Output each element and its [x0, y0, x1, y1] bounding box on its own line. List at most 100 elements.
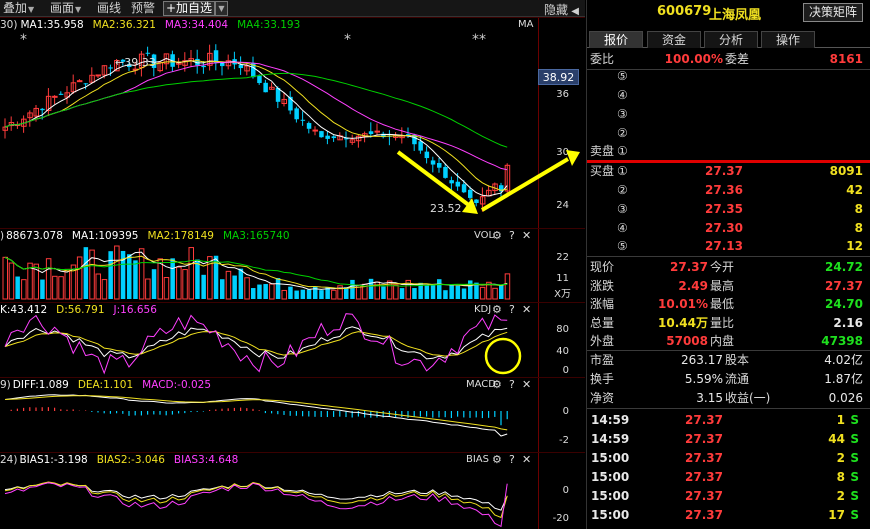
stat-label: 收益(一): [725, 391, 771, 405]
tick-row[interactable]: 15:00 27.37 2 S: [587, 449, 870, 468]
stat-row: 现价 27.37 今开 24.72: [587, 258, 870, 277]
buy-level-1: 买盘 ① 27.37 8091: [587, 162, 870, 181]
candle: [437, 163, 442, 168]
tab-operation[interactable]: 操作: [761, 31, 815, 48]
bias-panel[interactable]: 24) BIAS1:-3.198 BIAS2:-3.046 BIAS3:4.648 B…: [0, 452, 585, 529]
add-watchlist-button[interactable]: +加自选: [163, 1, 215, 16]
candle: [418, 141, 423, 151]
tab-funds[interactable]: 资金: [647, 31, 701, 48]
stat-label: 涨幅: [590, 297, 615, 311]
buy-volume: 42: [846, 183, 863, 197]
tick-price: 27.37: [685, 489, 723, 503]
macd-panel[interactable]: 9) DIFF:1.089 DEA:1.101 MACD:-0.025 MACD ⚙ …: [0, 377, 585, 453]
volume-bar: [45, 258, 52, 300]
stat-row: 涨幅 10.01% 最低 24.70: [587, 295, 870, 314]
stat-value: 4.02亿: [824, 353, 863, 367]
volume-bar: [145, 278, 151, 300]
volume-bar: [133, 260, 138, 299]
kline-chart[interactable]: [0, 18, 585, 229]
chart-toolbar: 叠加▼ 画面▼ 画线 预警 +加自选 ▼ 隐藏 ◀: [0, 0, 585, 17]
tick-side: S: [850, 451, 859, 465]
low-price-label: 23.52: [430, 202, 462, 215]
volume-bar: [157, 258, 163, 300]
volume-bar: [412, 288, 417, 299]
kline-panel[interactable]: 30) MA1:35.958 MA2:36.321 MA3:34.404 MA4:33.…: [0, 17, 585, 229]
event-marker[interactable]: **: [472, 32, 486, 48]
draw-menu[interactable]: 画面▼: [50, 1, 81, 17]
candle: [145, 52, 151, 54]
draw-line-button[interactable]: 画线: [97, 1, 121, 15]
volume-bar: [275, 278, 281, 299]
candle: [443, 166, 448, 178]
chart-area[interactable]: 叠加▼ 画面▼ 画线 预警 +加自选 ▼ 隐藏 ◀ 30) MA1:35.958 M…: [0, 0, 585, 529]
sell-level-3: ③: [587, 105, 870, 124]
bias-tick: -20: [552, 513, 569, 524]
tick-volume: 8: [836, 470, 845, 484]
vol-tick: 11: [556, 273, 569, 284]
bias-chart[interactable]: [0, 453, 585, 529]
volume-bar: [504, 273, 511, 300]
stat-row: 涨跌 2.49 最高 27.37: [587, 277, 870, 296]
stat-label: 市盈: [590, 353, 615, 367]
ma2-line: [4, 60, 508, 191]
volume-bar: [455, 285, 461, 299]
volume-panel[interactable]: ) 88673.078 MA1:109395 MA2:178149 MA3:165740…: [0, 228, 585, 303]
tick-time: 14:59: [591, 413, 630, 427]
tick-volume: 44: [828, 432, 845, 446]
tick-volume: 2: [836, 451, 845, 465]
level-index: ⑤: [617, 239, 628, 253]
tick-side: S: [850, 432, 859, 446]
volume-bar: [269, 283, 275, 300]
overlay-menu[interactable]: 叠加▼: [3, 1, 34, 17]
tick-row[interactable]: 15:00 27.37 2 S: [587, 487, 870, 506]
buy-price: 27.36: [705, 183, 743, 197]
macd-chart[interactable]: [0, 378, 585, 453]
add-watchlist-dropdown-icon[interactable]: ▼: [215, 1, 228, 16]
candle: [319, 131, 324, 138]
ma1-line: [4, 57, 508, 197]
volume-bar: [58, 276, 64, 300]
draw-label: 画面: [50, 1, 75, 15]
volume-bar: [251, 288, 256, 299]
volume-bar: [182, 269, 188, 300]
tab-quote[interactable]: 报价: [589, 31, 643, 48]
kdj-panel[interactable]: K:43.412 D:56.791 J:16.656 KDJ ⚙ ? ✕ 80 40…: [0, 302, 585, 378]
decision-matrix-button[interactable]: 决策矩阵: [803, 3, 863, 22]
buy-level-5: ⑤ 27.13 12: [587, 237, 870, 256]
tick-time: 15:00: [591, 489, 630, 503]
overlay-label: 叠加: [3, 1, 28, 15]
volume-bar: [499, 284, 504, 299]
kdj-chart[interactable]: [0, 303, 585, 378]
volume-bar: [350, 279, 355, 299]
volume-bar: [393, 284, 399, 300]
volume-bar: [52, 275, 58, 300]
candle: [263, 82, 268, 93]
ma3-line: [4, 61, 508, 171]
tick-row[interactable]: 14:59 27.37 44 S: [587, 430, 870, 449]
tick-row[interactable]: 15:00 27.37 8 S: [587, 468, 870, 487]
event-marker[interactable]: *: [20, 32, 27, 48]
tick-volume: 2: [836, 489, 845, 503]
alert-button[interactable]: 预警: [131, 1, 155, 15]
hide-button[interactable]: 隐藏 ◀: [544, 1, 579, 18]
volume-bar: [225, 270, 232, 300]
volume-bar: [220, 279, 225, 299]
tick-row[interactable]: 14:59 27.37 1 S: [587, 411, 870, 430]
tick-time: 15:00: [591, 451, 630, 465]
level-index: ①: [617, 164, 628, 178]
buy-label: 买盘: [590, 164, 615, 178]
event-marker[interactable]: *: [344, 32, 351, 48]
buy-level-3: ③ 27.35 8: [587, 200, 870, 219]
price-tick: 24: [556, 200, 569, 211]
collapse-icon: ◀: [568, 6, 579, 17]
stat-value: 24.72: [825, 260, 863, 274]
volume-chart[interactable]: [0, 229, 585, 303]
tab-analysis[interactable]: 分析: [704, 31, 758, 48]
volume-bar: [8, 262, 15, 300]
volume-bar: [2, 256, 8, 300]
stat-label: 现价: [590, 260, 615, 274]
volume-bar: [170, 258, 175, 299]
tick-row[interactable]: 15:00 27.37 17 S: [587, 506, 870, 525]
candle: [52, 95, 58, 98]
tick-side: S: [850, 489, 859, 503]
